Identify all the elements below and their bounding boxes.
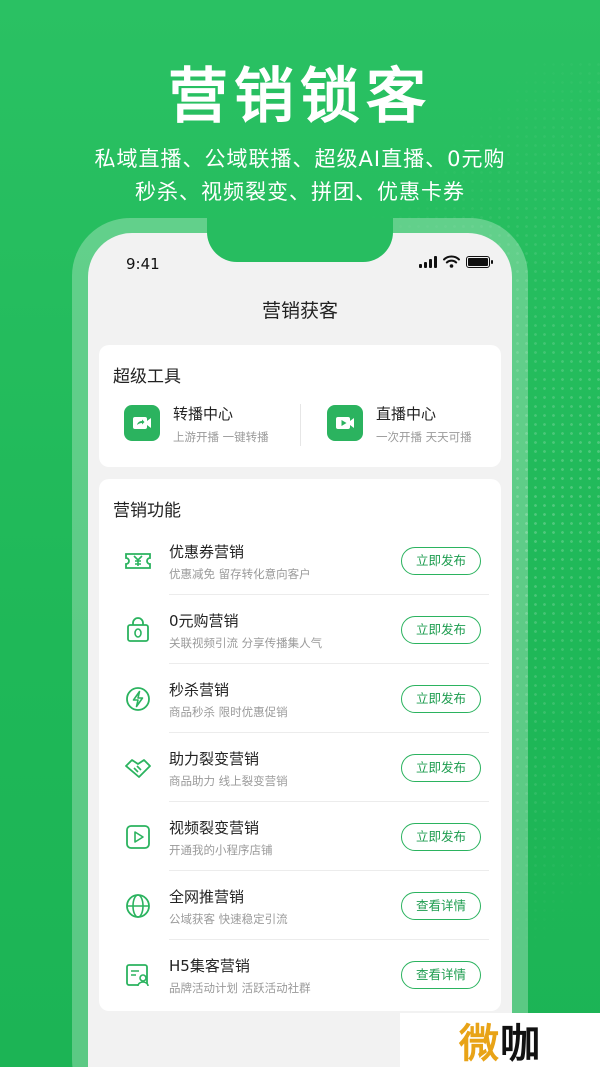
feature-row-coupon: 优惠券营销 优惠减免 留存转化意向客户 立即发布: [99, 526, 501, 595]
feature-name: 优惠券营销: [169, 543, 245, 561]
status-icons: [419, 255, 493, 268]
watermark-char-1: 微: [459, 1021, 500, 1067]
publish-button[interactable]: 立即发布: [401, 547, 481, 575]
tool-divider: [300, 404, 301, 446]
tool-live-center[interactable]: 直播中心 一次开播 天天可播: [327, 405, 472, 445]
h5-profile-icon: [126, 964, 149, 987]
feature-desc: 商品助力 线上裂变营销: [169, 774, 288, 788]
feature-name: 助力裂变营销: [169, 750, 260, 768]
signal-icon: [419, 255, 437, 268]
zero-bag-icon: [127, 617, 149, 642]
feature-row-h5-collect: H5集客营销 品牌活动计划 活跃活动社群 查看详情: [99, 940, 501, 1009]
super-tools-card: 超级工具 转播中心 上游开播 一键转播 直播中心 一次开播 天天可播: [99, 345, 501, 467]
feature-name: 全网推营销: [169, 888, 245, 906]
view-details-button[interactable]: 查看详情: [401, 961, 481, 989]
play-icon: [126, 825, 150, 849]
hero-subtitle-line2: 秒杀、视频裂变、拼团、优惠卡券: [135, 180, 465, 204]
super-tools-title: 超级工具: [113, 367, 181, 387]
video-camera-icon: [327, 405, 363, 441]
feature-desc: 公域获客 快速稳定引流: [169, 912, 288, 926]
feature-name: 0元购营销: [169, 612, 239, 630]
handshake-icon: [125, 759, 151, 778]
hero-title: 营销锁客: [168, 62, 432, 132]
globe-icon: [126, 894, 150, 918]
feature-row-flash-sale: 秒杀营销 商品秒杀 限时优惠促销 立即发布: [99, 664, 501, 733]
feature-row-zero-purchase: 0元购营销 关联视频引流 分享传播集人气 立即发布: [99, 595, 501, 664]
status-time: 9:41: [126, 255, 160, 273]
marketing-features-card: 营销功能 优惠券营销 优惠减免 留存转化意向客户 立即发布 0元购营销 关联视频…: [99, 479, 501, 1011]
publish-button[interactable]: 立即发布: [401, 754, 481, 782]
tool-relay-center[interactable]: 转播中心 上游开播 一键转播: [124, 405, 269, 445]
feature-desc: 商品秒杀 限时优惠促销: [169, 705, 288, 719]
feature-row-assist-fission: 助力裂变营销 商品助力 线上裂变营销 立即发布: [99, 733, 501, 802]
feature-name: H5集客营销: [169, 957, 250, 975]
feature-desc: 关联视频引流 分享传播集人气: [169, 636, 323, 650]
phone-screen: 9:41 营销获客 超级工具 转播中心 上游开播 一键转播 直播中心 一次开播 …: [88, 233, 512, 1067]
feature-row-video-fission: 视频裂变营销 开通我的小程序店铺 立即发布: [99, 802, 501, 871]
feature-name: 秒杀营销: [169, 681, 230, 699]
coupon-icon: [125, 553, 151, 569]
feature-row-network-promo: 全网推营销 公域获客 快速稳定引流 查看详情: [99, 871, 501, 940]
tool-name: 直播中心: [376, 405, 437, 423]
phone-notch: [207, 218, 393, 262]
watermark-char-2: 咖: [500, 1021, 541, 1067]
publish-button[interactable]: 立即发布: [401, 685, 481, 713]
feature-desc: 开通我的小程序店铺: [169, 843, 273, 857]
page-title: 营销获客: [261, 300, 338, 322]
relay-icon: [124, 405, 160, 441]
feature-desc: 优惠减免 留存转化意向客户: [169, 567, 311, 581]
tool-name: 转播中心: [173, 405, 234, 423]
battery-icon: [466, 255, 493, 268]
view-details-button[interactable]: 查看详情: [401, 892, 481, 920]
tool-desc: 一次开播 天天可播: [376, 430, 472, 444]
wifi-icon: [443, 255, 460, 268]
publish-button[interactable]: 立即发布: [401, 616, 481, 644]
brand-watermark: 微咖: [400, 1013, 600, 1067]
feature-name: 视频裂变营销: [169, 819, 260, 837]
lightning-icon: [126, 687, 150, 711]
publish-button[interactable]: 立即发布: [401, 823, 481, 851]
feature-desc: 品牌活动计划 活跃活动社群: [169, 981, 311, 995]
marketing-features-title: 营销功能: [113, 501, 181, 521]
hero-subtitle-line1: 私域直播、公域联播、超级AI直播、0元购: [94, 147, 506, 171]
tool-desc: 上游开播 一键转播: [173, 430, 269, 444]
